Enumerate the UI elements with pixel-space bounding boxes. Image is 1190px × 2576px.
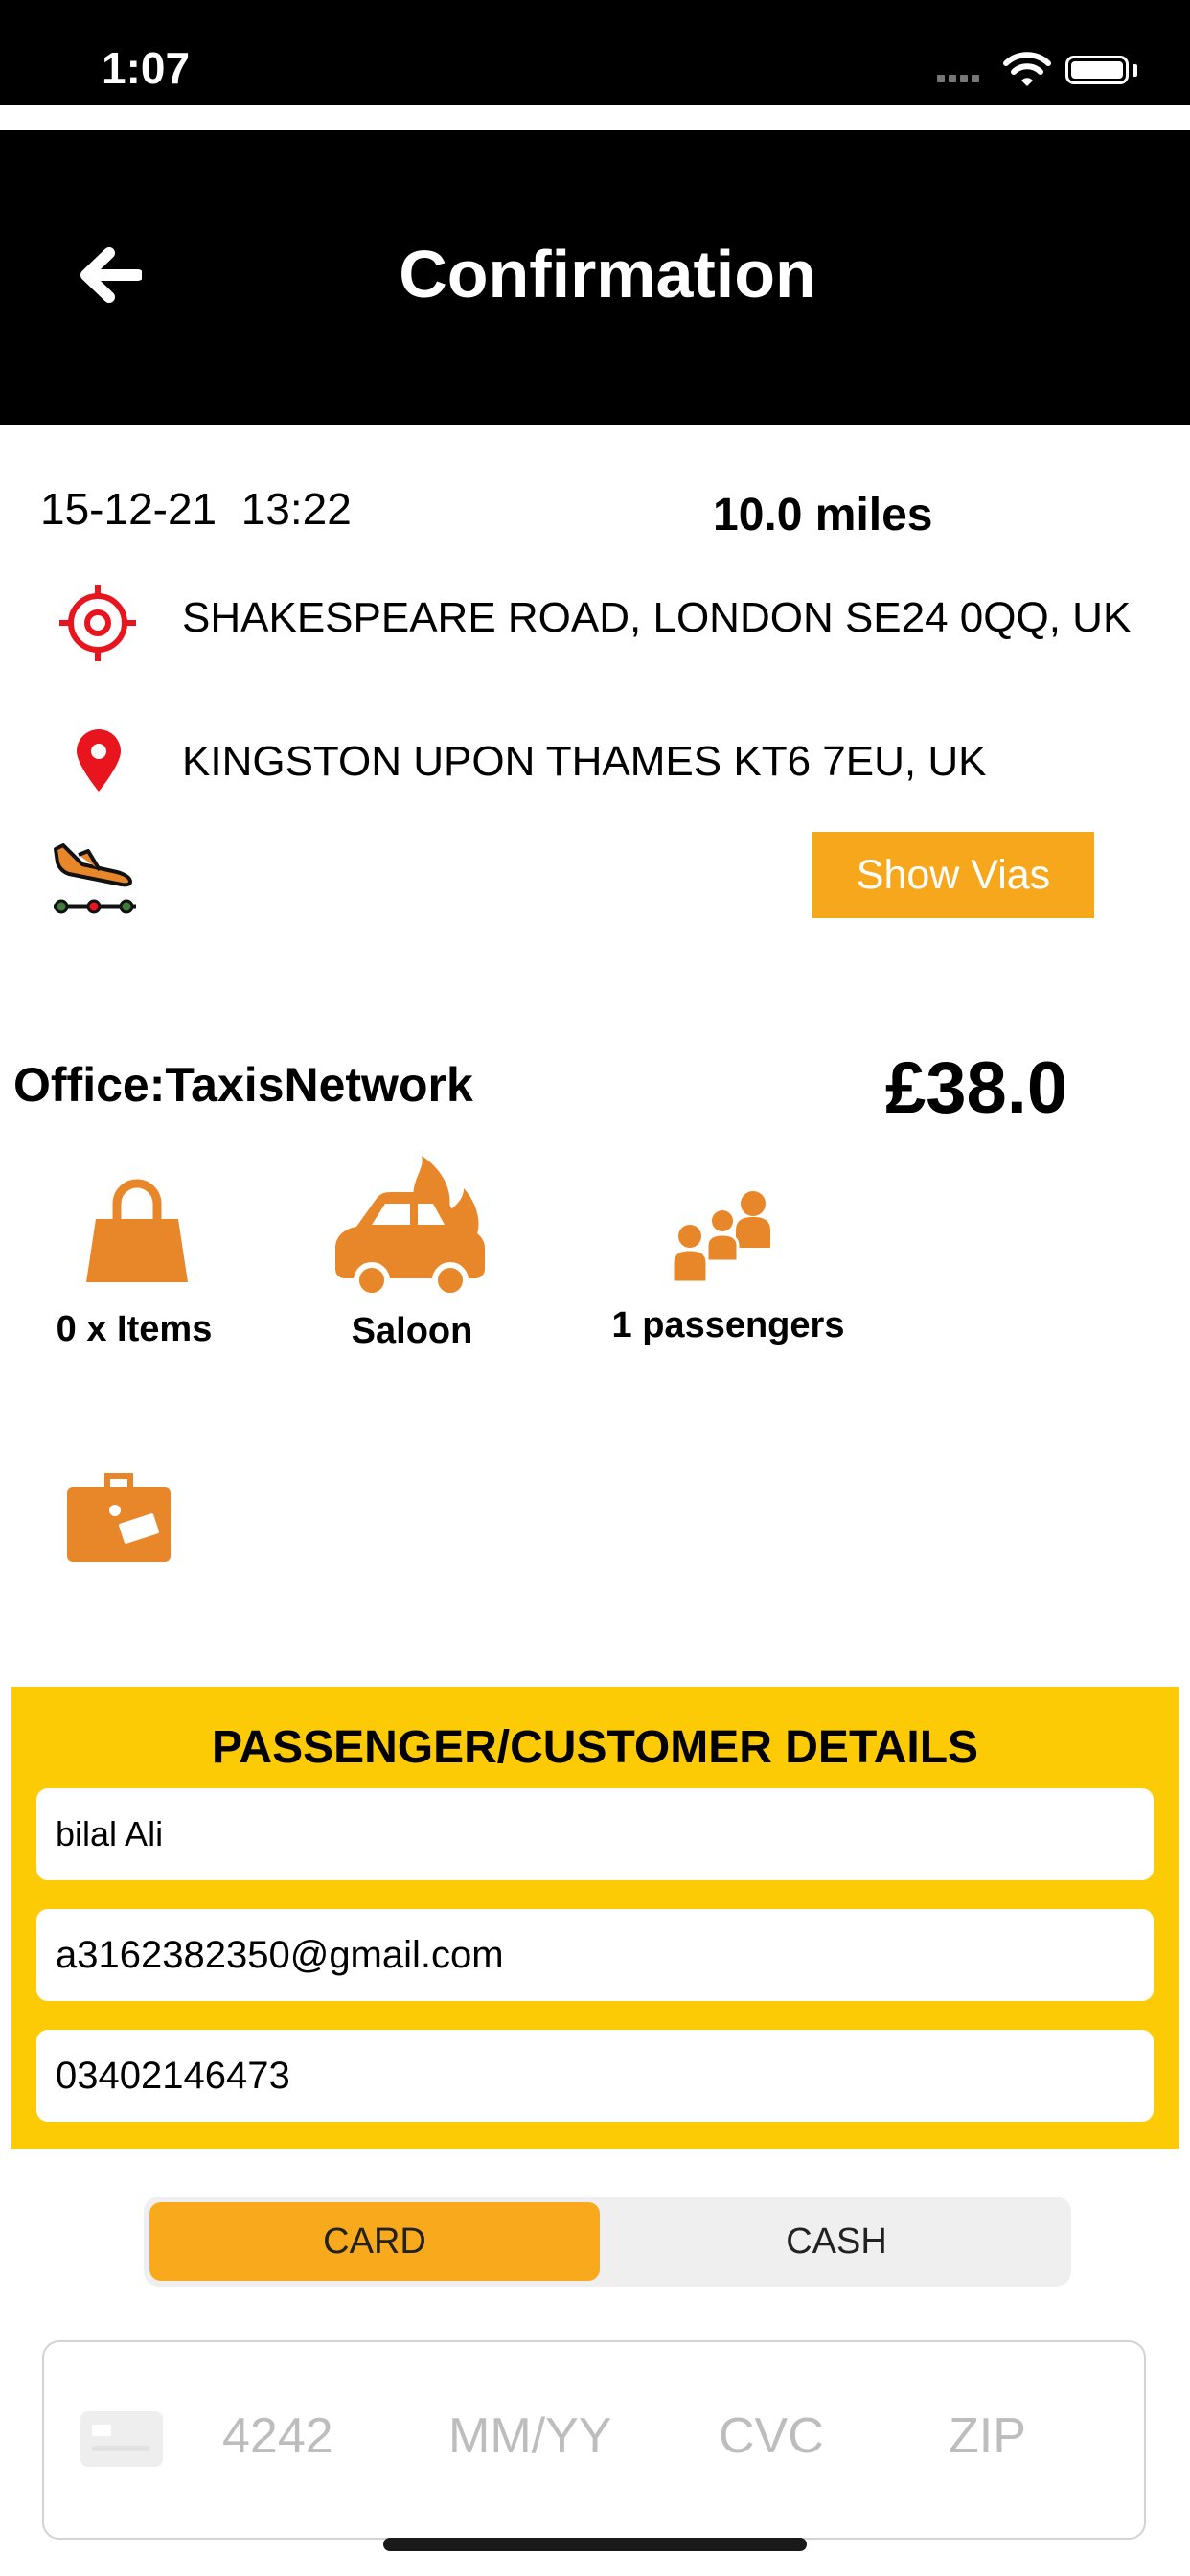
luggage-icon bbox=[67, 1473, 171, 1562]
trip-distance: 10.0 miles bbox=[713, 490, 933, 540]
cash-tab[interactable]: CASH bbox=[607, 2202, 1065, 2281]
office-name: Office:TaxisNetwork bbox=[13, 1058, 473, 1112]
dropoff-address: KINGSTON UPON THAMES KT6 7EU, UK bbox=[182, 738, 987, 785]
wifi-icon bbox=[1003, 52, 1051, 86]
vehicle-type: Saloon bbox=[351, 1311, 473, 1351]
location-pin-icon bbox=[77, 729, 121, 792]
battery-icon bbox=[1065, 56, 1129, 84]
passengers-count: 1 passengers bbox=[611, 1305, 845, 1346]
trip-date: 15-12-21 bbox=[40, 484, 217, 534]
email-field[interactable]: a3162382350@gmail.com bbox=[36, 1909, 1154, 2001]
card-zip-input[interactable]: ZIP bbox=[949, 2407, 1026, 2465]
card-tab[interactable]: CARD bbox=[149, 2202, 600, 2281]
crosshair-icon bbox=[59, 585, 136, 661]
shopping-bag-icon bbox=[86, 1179, 188, 1282]
trip-datetime: 15-12-21 13:22 bbox=[40, 483, 352, 535]
fare-price: £38.0 bbox=[885, 1047, 1068, 1129]
name-field[interactable]: bilal Ali bbox=[36, 1788, 1154, 1880]
passengers-icon bbox=[671, 1191, 770, 1282]
card-number-input[interactable]: 4242 bbox=[222, 2407, 333, 2465]
customer-details-title: PASSENGER/CUSTOMER DETAILS bbox=[211, 1722, 979, 1773]
page-title: Confirmation bbox=[399, 237, 816, 311]
flight-landing-icon bbox=[54, 843, 136, 914]
status-time: 1:07 bbox=[102, 43, 191, 93]
pickup-address: SHAKESPEARE ROAD, LONDON SE24 0QQ, UK bbox=[182, 594, 1132, 641]
battery-cap bbox=[1133, 64, 1137, 77]
credit-card-icon bbox=[80, 2411, 163, 2467]
card-cvc-input[interactable]: CVC bbox=[719, 2407, 824, 2465]
card-expiry-input[interactable]: MM/YY bbox=[448, 2407, 611, 2465]
items-count: 0 x Items bbox=[56, 1309, 213, 1349]
show-vias-button[interactable]: Show Vias bbox=[812, 832, 1094, 918]
car-icon bbox=[335, 1156, 485, 1298]
status-divider bbox=[0, 105, 1190, 130]
phone-field[interactable]: 03402146473 bbox=[36, 2030, 1154, 2122]
home-indicator bbox=[383, 2538, 807, 2551]
trip-time: 13:22 bbox=[240, 484, 352, 534]
cellular-signal-icon bbox=[937, 75, 979, 82]
